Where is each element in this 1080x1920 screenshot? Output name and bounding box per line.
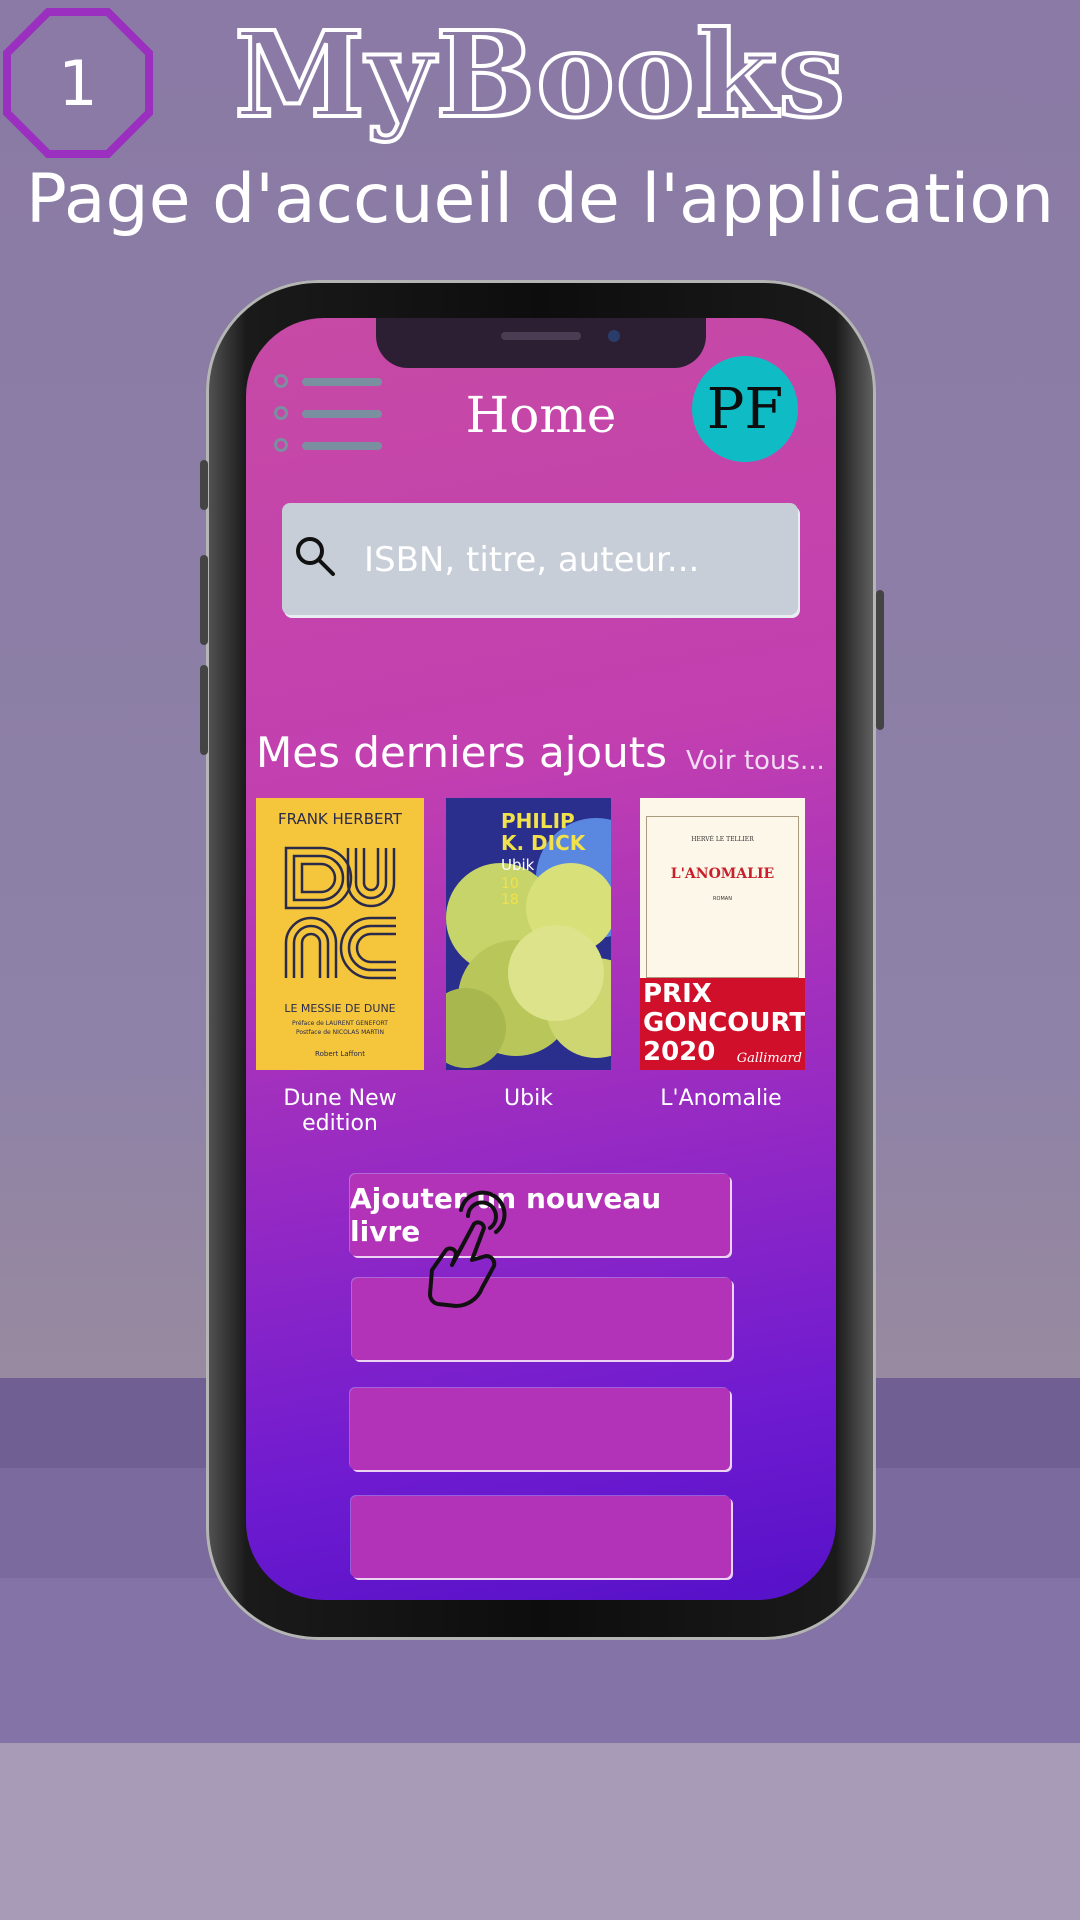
tap-hand-icon <box>428 1190 507 1308</box>
book-preface: Préface de LAURENT GENEFORT <box>292 1020 388 1027</box>
menu-bar <box>302 378 382 386</box>
book-title: Ubik <box>501 856 535 874</box>
app-title: MyBooks <box>232 3 847 146</box>
search-bar[interactable] <box>282 503 798 617</box>
phone-notch <box>376 318 706 368</box>
phone-side-button <box>200 460 208 510</box>
book-label: Dune New edition <box>283 1086 397 1136</box>
see-all-link[interactable]: Voir tous... <box>686 746 825 776</box>
book-author: PHILIP K. DICK <box>501 809 586 855</box>
book-cover-ubik[interactable]: PHILIP K. DICK Ubik 10 18 <box>446 798 611 1070</box>
avatar[interactable]: PF <box>692 356 798 462</box>
menu-button-4[interactable] <box>351 1496 731 1578</box>
book-publisher: 10 18 <box>501 876 519 908</box>
book-label: Ubik <box>504 1086 553 1111</box>
book-title: LE MESSIE DE DUNE <box>284 1002 396 1015</box>
search-input[interactable] <box>362 503 786 617</box>
phone-volume-up <box>200 555 208 645</box>
menu-button-3[interactable] <box>350 1388 730 1470</box>
page-subtitle: Page d'accueil de l'application <box>25 160 1055 239</box>
floor <box>0 1743 1080 1920</box>
search-icon <box>296 537 335 576</box>
book-title: L'ANOMALIE <box>670 866 775 882</box>
section-title: Mes derniers ajouts <box>256 728 668 777</box>
book-cover-anomalie[interactable]: HERVÉ LE TELLIER L'ANOMALIE ROMAN PRIX G… <box>640 798 805 1070</box>
book-genre: ROMAN <box>713 896 732 902</box>
book-publisher: Gallimard <box>736 1051 802 1066</box>
camera-icon <box>608 330 620 342</box>
book-publisher: Robert Laffont <box>315 1050 365 1058</box>
book-postface: Postface de NICOLAS MARTIN <box>295 1029 385 1036</box>
speaker <box>501 332 581 340</box>
phone-screen: Home PF Mes derniers ajouts Voir tous...… <box>246 318 836 1600</box>
goncourt-band: PRIX GONCOURT 2020 Gallimard <box>640 978 805 1070</box>
book-label: L'Anomalie <box>660 1086 782 1111</box>
book-author: HERVÉ LE TELLIER <box>691 836 754 843</box>
book-cover-dune[interactable]: FRANK HERBERT LE MESSIE DE DUNE Préface … <box>256 798 424 1070</box>
phone-volume-down <box>200 665 208 755</box>
phone-power-button <box>876 590 884 730</box>
